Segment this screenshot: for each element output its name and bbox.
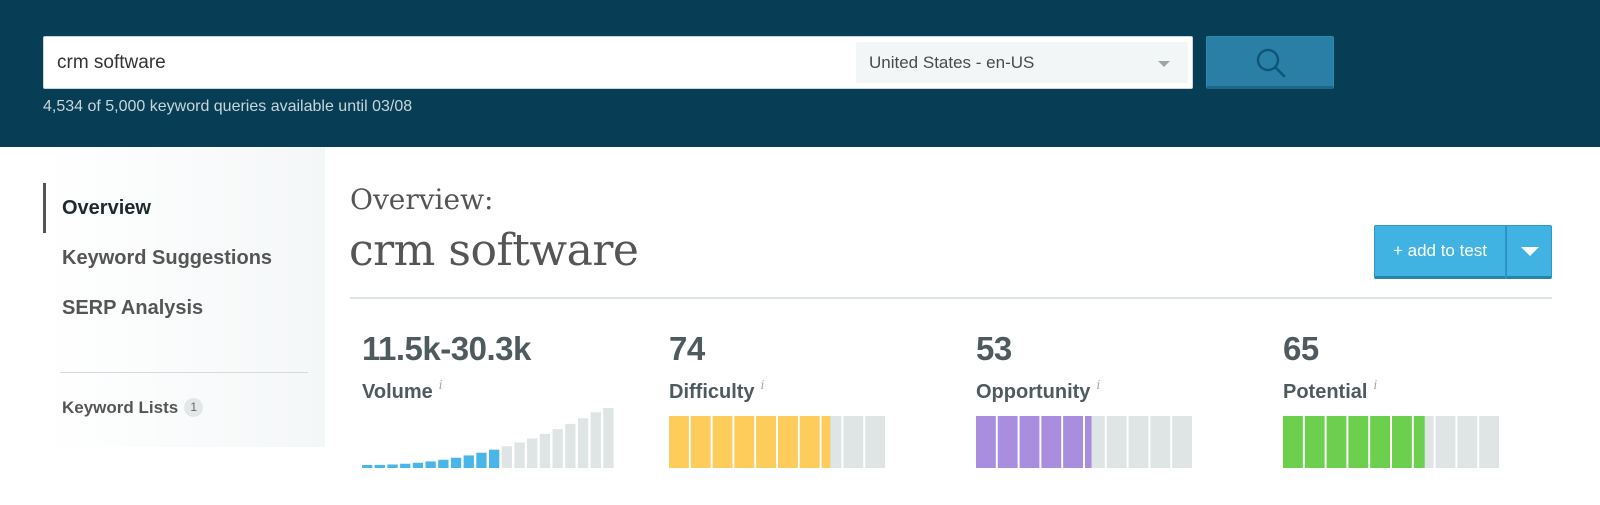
- add-to-test-button[interactable]: + add to test: [1374, 225, 1506, 279]
- score-segment-filled: [669, 416, 689, 468]
- keyword-lists-count-badge: 1: [184, 398, 204, 417]
- chevron-down-icon: [1158, 61, 1170, 67]
- score-segment-filled: [1304, 416, 1325, 468]
- score-segment-filled: [734, 416, 755, 468]
- score-segment-empty: [1106, 416, 1127, 468]
- sidebar-divider: [60, 372, 308, 373]
- difficulty-score-bar: [669, 416, 885, 468]
- volume-bar: [362, 465, 373, 468]
- score-segment-filled: [1283, 416, 1303, 468]
- info-icon[interactable]: i: [761, 378, 765, 392]
- volume-bar: [476, 452, 487, 468]
- score-segment-filled: [712, 416, 733, 468]
- score-segment-filled: [1348, 416, 1369, 468]
- sidebar-item-overview[interactable]: Overview: [43, 183, 325, 233]
- sidebar: Overview Keyword Suggestions SERP Analys…: [43, 147, 325, 447]
- metric-label: Potential i: [1283, 378, 1377, 404]
- volume-bar: [539, 433, 551, 468]
- score-segment-empty: [1128, 416, 1149, 468]
- volume-bar: [590, 412, 601, 468]
- volume-bar: [565, 423, 576, 468]
- info-icon[interactable]: i: [1096, 378, 1100, 392]
- score-segment-filled: [1019, 416, 1040, 468]
- caret-down-icon: [1521, 247, 1539, 256]
- volume-bar: [501, 446, 512, 468]
- score-segment-filled: [1370, 416, 1390, 468]
- search-box: United States - en-US: [43, 36, 1193, 89]
- score-segment-filled: [976, 416, 996, 468]
- search-icon: [1256, 48, 1286, 78]
- search-input[interactable]: [57, 37, 877, 88]
- score-segment-filled: [821, 416, 831, 468]
- volume-bar: [552, 429, 563, 468]
- volume-bar: [387, 464, 398, 468]
- volume-bar: [374, 464, 385, 468]
- sidebar-item-keyword-lists[interactable]: Keyword Lists 1: [62, 398, 204, 418]
- volume-bar: [577, 418, 589, 468]
- quota-text: 4,534 of 5,000 keyword queries available…: [43, 98, 413, 115]
- locale-select-value: United States - en-US: [869, 53, 1035, 72]
- volume-bar: [400, 463, 411, 468]
- volume-bar: [489, 449, 500, 468]
- score-segment-filled: [690, 416, 711, 468]
- metric-value: 11.5k-30.3k: [362, 330, 531, 367]
- volume-bar: [412, 462, 424, 468]
- score-segment-filled: [1413, 416, 1425, 468]
- potential-score-bar: [1283, 416, 1499, 468]
- score-segment-filled: [799, 416, 820, 468]
- volume-bar: [527, 438, 538, 468]
- metric-volume: 11.5k-30.3k Volume i: [362, 330, 642, 480]
- volume-bar: [603, 408, 614, 468]
- score-segment-filled: [1326, 416, 1347, 468]
- metric-label-text: Difficulty: [669, 381, 755, 403]
- sidebar-item-serp-analysis[interactable]: SERP Analysis: [43, 283, 325, 333]
- score-segment-filled: [1063, 416, 1083, 468]
- volume-bar: [514, 442, 525, 468]
- score-segment-empty: [1457, 416, 1478, 468]
- locale-select[interactable]: United States - en-US: [856, 42, 1188, 83]
- metric-label: Opportunity i: [976, 378, 1100, 404]
- opportunity-score-bar: [976, 416, 1192, 468]
- search-button[interactable]: [1206, 36, 1334, 89]
- volume-bar: [425, 461, 436, 468]
- info-icon[interactable]: i: [1373, 378, 1377, 392]
- metric-label: Difficulty i: [669, 378, 764, 404]
- score-segment-filled: [997, 416, 1018, 468]
- score-segment-empty: [1435, 416, 1456, 468]
- volume-bar: [438, 459, 449, 468]
- metric-value: 53: [976, 330, 1012, 367]
- sidebar-item-keyword-suggestions[interactable]: Keyword Suggestions: [43, 233, 325, 283]
- metric-label: Volume i: [362, 378, 443, 404]
- score-segment-empty: [1150, 416, 1171, 468]
- title-divider: [350, 297, 1552, 299]
- score-segment-empty: [843, 416, 864, 468]
- metric-potential: 65 Potential i: [1283, 330, 1563, 480]
- metric-opportunity: 53 Opportunity i: [976, 330, 1256, 480]
- info-icon[interactable]: i: [439, 378, 443, 392]
- add-to-test-group: + add to test: [1374, 225, 1552, 279]
- overview-label: Overview:: [350, 183, 494, 216]
- metric-value: 65: [1283, 330, 1319, 367]
- score-segment-filled: [1085, 416, 1092, 468]
- header: United States - en-US 4,534 of 5,000 key…: [0, 0, 1600, 147]
- volume-bar: [463, 455, 474, 468]
- metric-label-text: Volume: [362, 381, 433, 403]
- score-segment-empty: [865, 416, 885, 468]
- score-segment-filled: [756, 416, 776, 468]
- score-segment-filled: [778, 416, 798, 468]
- score-segment-empty: [1172, 416, 1192, 468]
- keyword-lists-label: Keyword Lists: [62, 398, 179, 417]
- score-segment-filled: [1041, 416, 1062, 468]
- metric-difficulty: 74 Difficulty i: [669, 330, 949, 480]
- page-title: crm software: [349, 225, 639, 276]
- add-to-test-dropdown-button[interactable]: [1506, 225, 1552, 279]
- volume-bar: [450, 457, 462, 468]
- volume-bar-chart: [362, 408, 614, 468]
- metric-value: 74: [669, 330, 705, 367]
- score-segment-filled: [1392, 416, 1412, 468]
- metric-label-text: Potential: [1283, 381, 1368, 403]
- metric-label-text: Opportunity: [976, 381, 1091, 403]
- score-segment-empty: [1479, 416, 1499, 468]
